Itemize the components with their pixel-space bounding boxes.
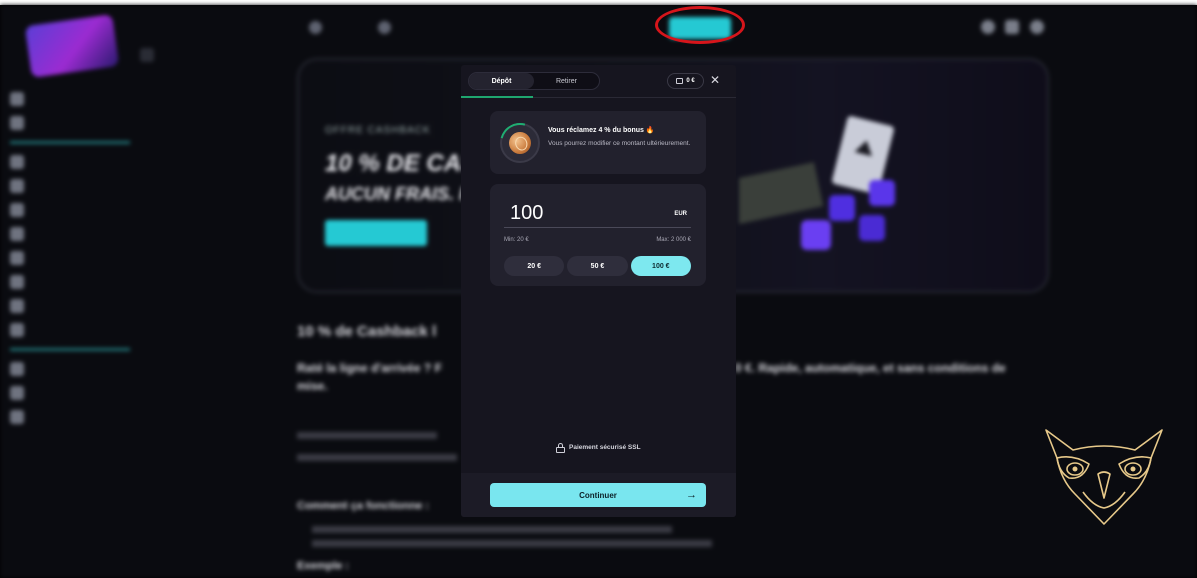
banner-cta-button[interactable] <box>325 220 427 246</box>
banner-artwork <box>739 116 895 250</box>
basketball-icon <box>10 251 24 265</box>
sidebar-item[interactable] <box>10 174 135 198</box>
section-title: 10 % de Cashback l <box>297 323 437 340</box>
deposit-tabs: Dépôt Retirer <box>468 72 600 90</box>
ssl-label: Paiement sécurisé SSL <box>569 444 641 451</box>
casino-icon <box>10 92 24 106</box>
close-icon[interactable]: ✕ <box>708 73 722 87</box>
bonus-card[interactable]: Vous réclamez 4 % du bonus 🔥 Vous pourre… <box>490 111 706 174</box>
faq-icon <box>10 410 24 424</box>
amount-card: 100 EUR Min: 20 € Max: 2 000 € 20 € 50 €… <box>490 184 706 286</box>
preset-amounts: 20 € 50 € 100 € <box>504 256 691 276</box>
football-icon <box>10 203 24 217</box>
ssl-notice: Paiement sécurisé SSL <box>556 443 641 453</box>
sidebar-item[interactable] <box>10 87 135 111</box>
sports-nav-icon <box>378 20 391 34</box>
deposit-modal: Dépôt Retirer 0 € ✕ Vous réclamez 4 % du… <box>461 65 736 517</box>
sidebar <box>10 87 135 429</box>
banner-headline: 10 % DE CAS <box>325 150 478 177</box>
owl-logo-watermark <box>1045 429 1163 525</box>
example-title: Exemple : <box>297 560 349 572</box>
sidebar-item[interactable] <box>10 357 135 381</box>
paragraph-start: Raté la ligne d'arrivée ? F <box>297 361 442 375</box>
continue-label: Continuer <box>579 490 617 500</box>
currency-label: EUR <box>674 211 687 217</box>
paragraph-line2: mise. <box>297 379 328 393</box>
sidebar-item[interactable] <box>10 198 135 222</box>
blurred-line <box>297 432 437 439</box>
tab-deposit[interactable]: Dépôt <box>469 73 534 89</box>
site-logo <box>24 14 120 78</box>
horse-racing-icon <box>10 299 24 313</box>
live-icon <box>10 179 24 193</box>
sports-icon <box>10 155 24 169</box>
max-limit: Max: 2 000 € <box>656 237 691 243</box>
bonus-subtitle: Vous pourrez modifier ce montant ultérie… <box>548 140 691 147</box>
sidebar-item[interactable] <box>10 294 135 318</box>
sidebar-item[interactable] <box>10 381 135 405</box>
bonus-progress-ring <box>492 115 548 171</box>
tab-progress-bar <box>461 96 533 98</box>
wallet-icon <box>676 78 684 84</box>
bonus-title: Vous réclamez 4 % du bonus 🔥 <box>548 127 655 134</box>
sidebar-collapse-button[interactable] <box>140 48 154 62</box>
search-icon[interactable] <box>981 20 995 34</box>
balance-value: 0 € <box>686 78 695 84</box>
balance-chip[interactable]: 0 € <box>667 73 704 89</box>
sidebar-item[interactable] <box>10 270 135 294</box>
lock-icon <box>556 443 565 453</box>
more-sports-icon <box>10 323 24 337</box>
sidebar-divider <box>10 141 130 144</box>
sidebar-item[interactable] <box>10 318 135 342</box>
blurred-line <box>297 454 457 461</box>
amount-underline <box>504 227 691 228</box>
modal-footer: Continuer → <box>461 473 736 517</box>
blurred-line <box>312 526 672 533</box>
blurred-line <box>312 540 712 547</box>
casino-nav-icon <box>309 20 322 34</box>
how-title: Comment ça fonctionne : <box>297 500 430 512</box>
tennis-icon <box>10 227 24 241</box>
user-icon[interactable] <box>1030 20 1044 34</box>
arrow-right-icon: → <box>686 489 697 501</box>
sidebar-divider <box>10 348 130 351</box>
preset-50-button[interactable]: 50 € <box>567 256 628 276</box>
promotions-icon <box>10 362 24 376</box>
preset-20-button[interactable]: 20 € <box>504 256 565 276</box>
banner-subline: AUCUN FRAIS. R <box>325 184 472 204</box>
hockey-icon <box>10 275 24 289</box>
paragraph-end: 0 €. Rapide, automatique, et sans condit… <box>735 361 1006 375</box>
min-limit: Min: 20 € <box>504 237 529 243</box>
sidebar-item[interactable] <box>10 405 135 429</box>
tab-withdraw[interactable]: Retirer <box>534 73 599 89</box>
deposit-highlight-circle <box>655 6 745 44</box>
sidebar-item[interactable] <box>10 150 135 174</box>
nav-casino[interactable] <box>309 17 322 37</box>
nav-sports[interactable] <box>378 17 391 37</box>
preset-100-button[interactable]: 100 € <box>630 256 691 276</box>
sidebar-item[interactable] <box>10 222 135 246</box>
banner-eyebrow: OFFRE CASHBACK <box>325 125 431 136</box>
cashback-icon <box>10 386 24 400</box>
amount-input[interactable]: 100 <box>510 202 543 225</box>
notifications-icon[interactable] <box>1005 20 1019 34</box>
live-casino-icon <box>10 116 24 130</box>
continue-button[interactable]: Continuer → <box>490 483 706 507</box>
sidebar-item[interactable] <box>10 246 135 270</box>
sidebar-item[interactable] <box>10 111 135 135</box>
